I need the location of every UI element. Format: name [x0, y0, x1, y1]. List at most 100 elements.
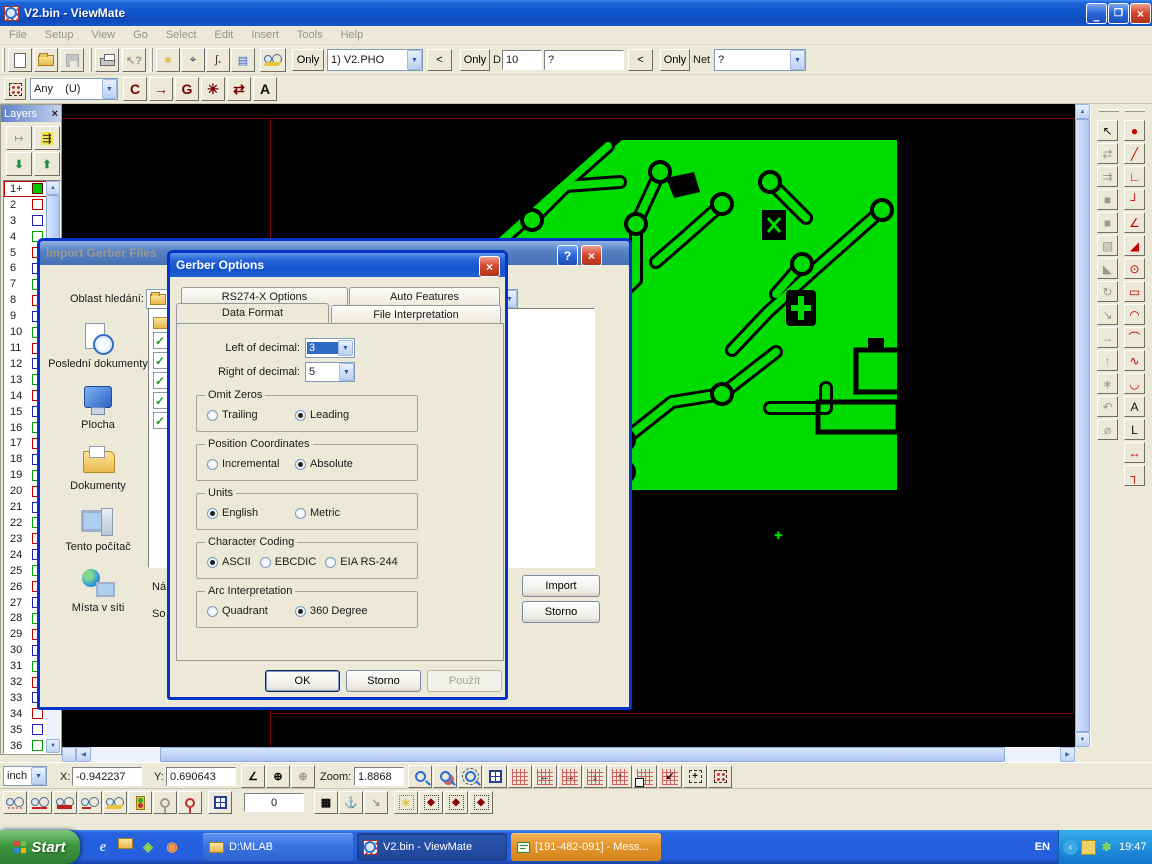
- zoom-selection-button[interactable]: [458, 765, 482, 788]
- pad-select-button[interactable]: [419, 791, 443, 814]
- grid-dots-button[interactable]: ▦: [314, 791, 338, 814]
- undo-rotate-button[interactable]: ↶: [1097, 396, 1118, 417]
- redraw-button[interactable]: [508, 765, 532, 788]
- radio-english[interactable]: English: [207, 507, 295, 519]
- draw-triangle-button[interactable]: ◢: [1124, 235, 1145, 256]
- dim-layers-button[interactable]: [153, 791, 177, 814]
- draw-rect-button[interactable]: ▭: [1124, 281, 1145, 302]
- prev-dcode-button[interactable]: <: [628, 49, 653, 71]
- gerber-tool-button[interactable]: G: [175, 77, 199, 101]
- highlight-flash-button[interactable]: ✶: [156, 48, 180, 72]
- import-button[interactable]: Import: [522, 575, 600, 597]
- mirror-button[interactable]: ▧: [1097, 235, 1118, 256]
- chevron-down-icon[interactable]: ▼: [31, 767, 46, 785]
- horizontal-scrollbar[interactable]: ◀ ▶: [62, 747, 1075, 762]
- radio-incremental[interactable]: Incremental: [207, 458, 295, 470]
- task-viewmate[interactable]: V2.bin - ViewMate: [357, 833, 507, 861]
- unit-combo[interactable]: inch▼: [3, 766, 47, 786]
- horizontal-scroll-thumb[interactable]: [160, 747, 1005, 762]
- outline-mode-button[interactable]: [178, 791, 202, 814]
- toolbar-grip[interactable]: [1099, 109, 1119, 112]
- measure-button[interactable]: ⌖: [181, 48, 205, 72]
- zoom-value-field[interactable]: 1.8868: [354, 767, 404, 786]
- place-network[interactable]: Místa v síti: [72, 567, 125, 614]
- view-window-button[interactable]: [483, 765, 507, 788]
- radio-absolute[interactable]: Absolute: [295, 458, 383, 470]
- minimize-button[interactable]: –: [1086, 3, 1107, 24]
- gerber-cancel-button[interactable]: Storno: [346, 670, 421, 692]
- layer-color-swatch[interactable]: [32, 199, 43, 210]
- draw-bend-button[interactable]: ┐: [1124, 465, 1145, 486]
- place-my-computer[interactable]: Tento počítač: [65, 506, 130, 553]
- chevron-down-icon[interactable]: ▼: [407, 50, 422, 70]
- net-tool-button[interactable]: ⇄: [227, 77, 251, 101]
- layer-color-swatch[interactable]: [32, 708, 43, 719]
- draw-arc2-button[interactable]: ⌒: [1124, 327, 1145, 348]
- text-tool-button[interactable]: A: [253, 77, 277, 101]
- draw-line-button[interactable]: ╱: [1124, 143, 1145, 164]
- scroll-left-button[interactable]: ◀: [76, 747, 91, 762]
- quicklaunch-limewire[interactable]: [139, 838, 157, 856]
- tab-data-format[interactable]: Data Format: [176, 303, 329, 323]
- view-board-button[interactable]: [53, 791, 77, 814]
- left-of-decimal-combo[interactable]: 3 ▼: [305, 338, 355, 358]
- tab-file-interpretation[interactable]: File Interpretation: [331, 305, 501, 323]
- scroll-corner-button[interactable]: [62, 747, 76, 762]
- highlight-button[interactable]: [128, 791, 152, 814]
- draw-curve-button[interactable]: ∿: [1124, 350, 1145, 371]
- tile-view-button[interactable]: [208, 791, 232, 814]
- import-cancel-button[interactable]: Storno: [522, 601, 600, 623]
- item-select-button[interactable]: [469, 791, 493, 814]
- menu-view[interactable]: View: [82, 26, 124, 44]
- trace-select-button[interactable]: [444, 791, 468, 814]
- toolbar-grip[interactable]: [1125, 109, 1145, 112]
- chevron-down-icon[interactable]: ▼: [790, 50, 805, 70]
- ok-button[interactable]: OK: [265, 670, 340, 692]
- pan-right-button[interactable]: →: [558, 765, 582, 788]
- view-sketch-button[interactable]: [78, 791, 102, 814]
- layer-color-swatch[interactable]: [32, 215, 43, 226]
- draw-polyline-button[interactable]: ∟: [1124, 166, 1145, 187]
- vertical-scroll-thumb[interactable]: [1075, 119, 1090, 732]
- select-filter-combo[interactable]: Any (U)▼: [30, 78, 118, 100]
- menu-file[interactable]: File: [0, 26, 36, 44]
- anchor-button[interactable]: ⚓: [339, 791, 363, 814]
- step-repeat-button[interactable]: ↑: [1097, 350, 1118, 371]
- start-button[interactable]: Start: [0, 830, 80, 864]
- layers-scroll-up[interactable]: ▲: [46, 181, 60, 195]
- tray-collapse-chevron[interactable]: ‹: [1063, 840, 1078, 855]
- move-items-button[interactable]: ⇄: [1097, 143, 1118, 164]
- layer-color-swatch[interactable]: [32, 183, 43, 194]
- task-dmlab[interactable]: D:\MLAB: [203, 833, 353, 861]
- filled-rect-2-button[interactable]: ■: [1097, 212, 1118, 233]
- radio-metric[interactable]: Metric: [295, 507, 383, 519]
- toolbar-grip[interactable]: [150, 48, 153, 72]
- chevron-down-icon[interactable]: ▼: [338, 340, 353, 356]
- view-all-button[interactable]: [3, 791, 27, 814]
- angle-mode-button[interactable]: ∠: [241, 765, 265, 788]
- select-area-button[interactable]: +: [683, 765, 707, 788]
- radio-quadrant[interactable]: Quadrant: [207, 605, 295, 617]
- layer-film-button[interactable]: ⇶: [34, 126, 60, 150]
- scale-button[interactable]: ↘: [1097, 304, 1118, 325]
- view-outline-button[interactable]: [103, 791, 127, 814]
- net-combo[interactable]: ?▼: [714, 49, 806, 71]
- view-ruler-button[interactable]: [260, 48, 286, 72]
- relative-origin-button[interactable]: ⊕: [291, 765, 315, 788]
- layer-colors-button[interactable]: ▤: [231, 48, 255, 72]
- clock[interactable]: 19:47: [1119, 841, 1147, 853]
- zoom-grid-button[interactable]: [433, 765, 457, 788]
- context-help-button[interactable]: ↖?: [122, 48, 146, 72]
- draw-pad-button[interactable]: ●: [1124, 120, 1145, 141]
- select-cursor-button[interactable]: ↖: [1097, 120, 1118, 141]
- draw-angle-button[interactable]: ∠: [1124, 212, 1145, 233]
- menu-help[interactable]: Help: [332, 26, 373, 44]
- tray-icq-icon[interactable]: ✽: [1099, 840, 1114, 855]
- component-tool-button[interactable]: C: [123, 77, 147, 101]
- scroll-down-button[interactable]: ▼: [1075, 732, 1090, 747]
- vertical-scrollbar[interactable]: ▲ ▼: [1075, 104, 1090, 747]
- flash-select-button[interactable]: [394, 791, 418, 814]
- place-recent-documents[interactable]: Poslední dokumenty: [48, 323, 148, 370]
- flash-tool-button[interactable]: ✳: [201, 77, 225, 101]
- trace-tool-button[interactable]: →: [149, 77, 173, 101]
